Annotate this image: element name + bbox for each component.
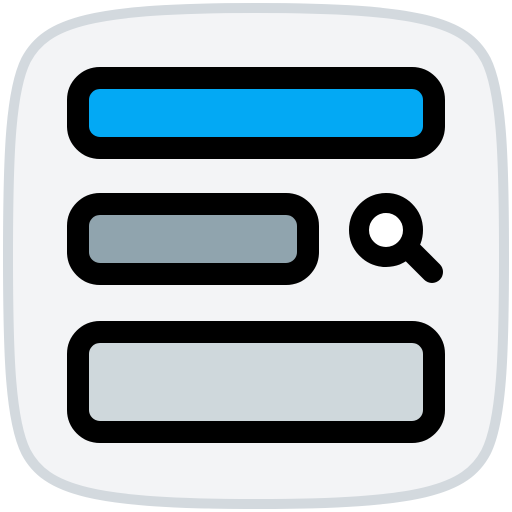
search-icon-lens — [349, 193, 423, 267]
search-form-layout-icon — [2, 2, 510, 510]
content-block — [67, 321, 445, 443]
header-bar — [67, 67, 445, 159]
search-input-field — [67, 193, 319, 285]
icon-canvas — [0, 0, 512, 512]
